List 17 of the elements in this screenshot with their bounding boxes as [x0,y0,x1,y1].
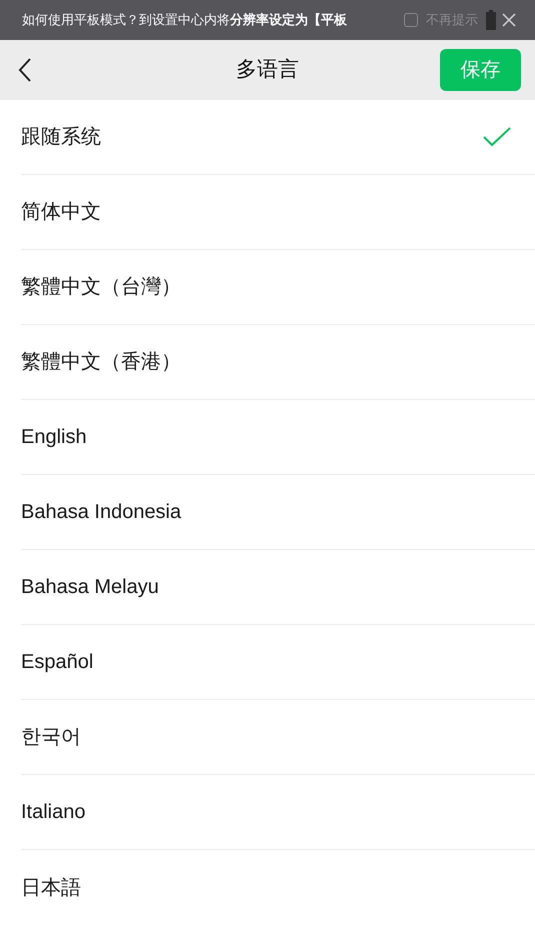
close-icon[interactable] [502,13,516,27]
language-option[interactable]: 繁體中文（香港） [21,347,181,377]
page-title: 多语言 [236,57,299,84]
dont-show-checkbox[interactable] [404,13,418,27]
language-option[interactable]: English [21,422,87,452]
language-option[interactable]: 日本語 [21,872,81,902]
language-option[interactable]: 한국어 [21,722,81,752]
language-option[interactable]: Español [21,647,94,677]
language-option[interactable]: 繁體中文（台灣） [21,272,181,302]
language-option[interactable]: Bahasa Melayu [21,572,159,602]
banner-message: 如何使用平板模式？到设置中心内将分辨率设定为【平板 [22,11,348,30]
language-option[interactable]: 简体中文 [21,197,101,227]
battery-icon [486,10,496,30]
language-option[interactable]: Italiano [21,797,86,827]
language-option[interactable]: Bahasa Indonesia [21,497,182,527]
language-option[interactable]: 跟随系统 [21,122,101,152]
back-icon[interactable] [18,58,32,82]
